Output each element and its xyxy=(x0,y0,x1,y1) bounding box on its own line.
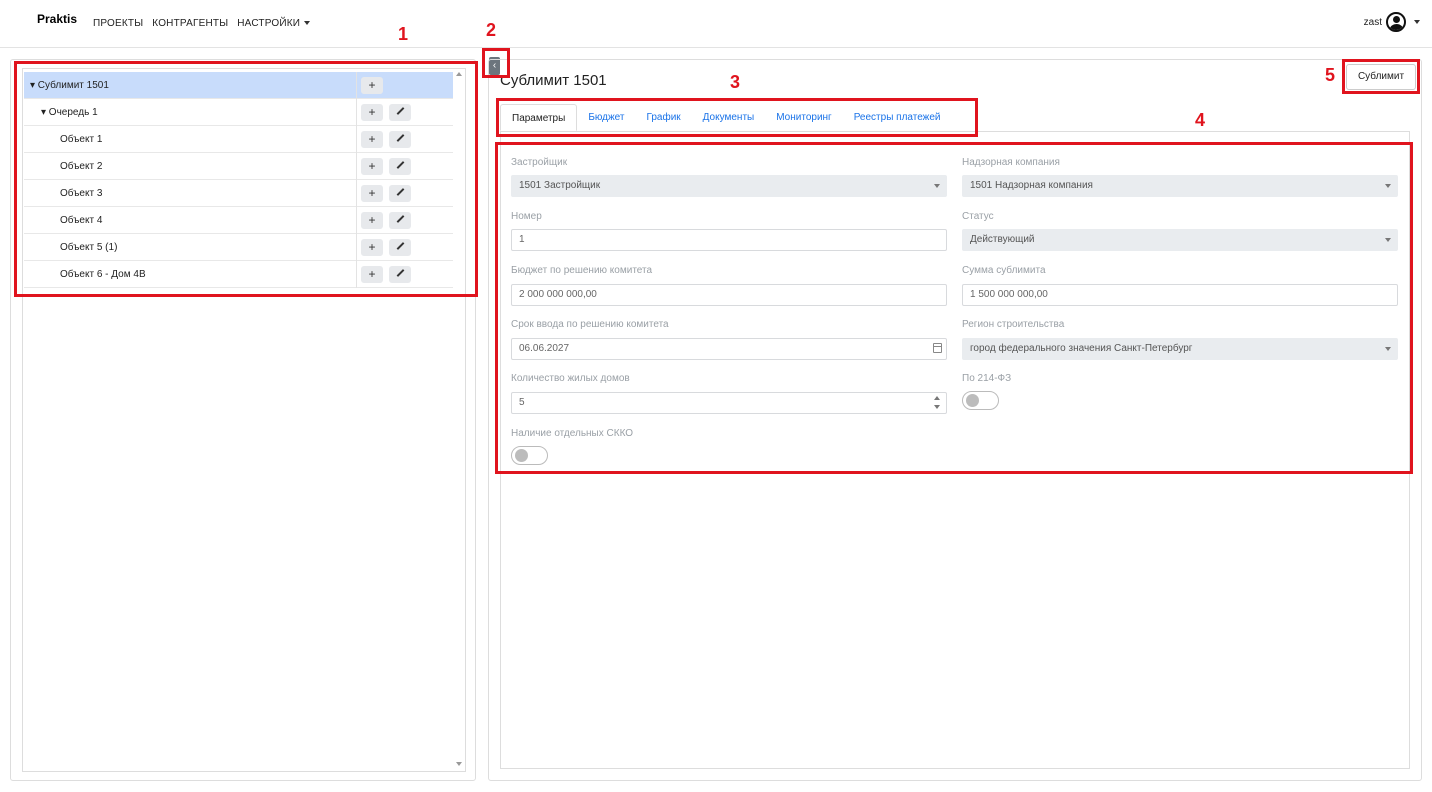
nav-settings[interactable]: НАСТРОЙКИ xyxy=(237,18,311,29)
nav-settings-label: НАСТРОЙКИ xyxy=(237,18,301,29)
main-nav: ПРОЕКТЫ КОНТРАГЕНТЫ НАСТРОЙКИ xyxy=(93,18,311,29)
user-avatar-icon xyxy=(1386,12,1406,32)
nav-counterparties[interactable]: КОНТРАГЕНТЫ xyxy=(152,18,228,29)
annotation-number-2: 2 xyxy=(486,20,497,40)
annotation-box-4 xyxy=(495,142,1413,474)
user-menu[interactable]: zast xyxy=(1364,12,1420,32)
annotation-box-2 xyxy=(482,48,510,78)
page-title: Сублимит 1501 xyxy=(500,72,607,89)
annotation-box-3 xyxy=(496,98,978,137)
annotation-number-4: 4 xyxy=(1195,110,1206,130)
annotation-number-1: 1 xyxy=(398,24,409,44)
annotation-number-5: 5 xyxy=(1325,65,1336,85)
annotation-box-1 xyxy=(14,61,478,297)
app-logo[interactable]: Praktis xyxy=(37,12,77,26)
annotation-box-5 xyxy=(1342,59,1420,94)
annotation-number-3: 3 xyxy=(730,72,741,92)
username: zast xyxy=(1363,16,1382,28)
nav-projects[interactable]: ПРОЕКТЫ xyxy=(93,18,143,29)
scroll-down-icon[interactable] xyxy=(456,762,462,766)
chevron-down-icon xyxy=(304,21,311,26)
chevron-down-icon xyxy=(1414,20,1420,24)
